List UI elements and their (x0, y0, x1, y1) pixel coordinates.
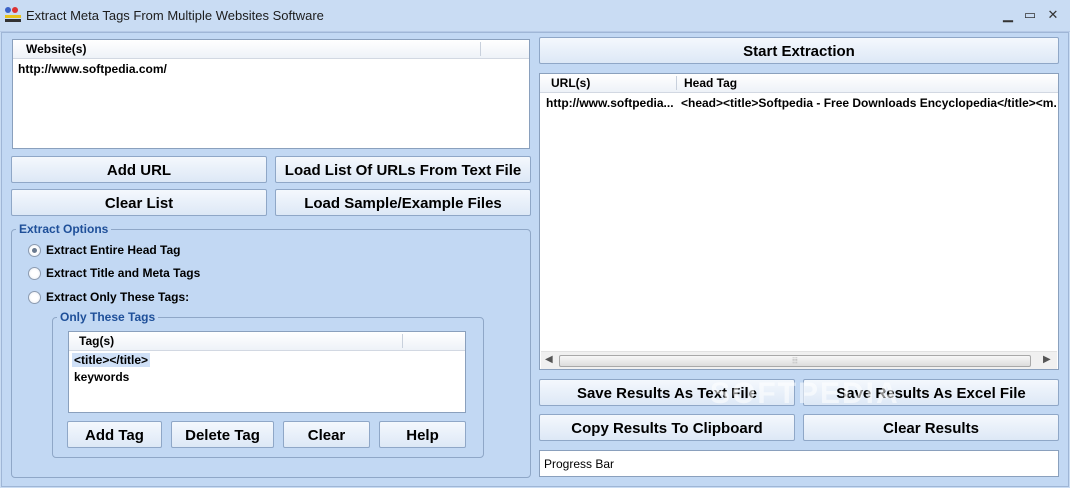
results-table-header[interactable]: URL(s) Head Tag (540, 74, 1058, 93)
help-button[interactable]: Help (379, 421, 466, 448)
scroll-right-icon[interactable]: ▶ (1043, 354, 1051, 365)
radio-label: Extract Entire Head Tag (46, 243, 181, 257)
load-sample-button[interactable]: Load Sample/Example Files (275, 189, 531, 216)
radio-unselected-icon[interactable] (28, 290, 41, 304)
clear-results-button[interactable]: Clear Results (803, 414, 1059, 441)
tags-list-header[interactable]: Tag(s) (69, 332, 465, 351)
progress-bar-label: Progress Bar (544, 457, 615, 471)
head-tag-column-header[interactable]: Head Tag (684, 74, 737, 92)
radio-only-tags[interactable]: Extract Only These Tags: (28, 290, 189, 304)
clear-tags-button[interactable]: Clear (283, 421, 370, 448)
thumb-grip-icon: ⦙⦙⦙ (792, 356, 798, 365)
website-list[interactable]: Website(s) http://www.softpedia.com/ (12, 39, 530, 149)
website-column-header[interactable]: Website(s) (26, 40, 86, 58)
add-url-button[interactable]: Add URL (11, 156, 267, 183)
table-row-head-tag[interactable]: <head><title>Softpedia - Free Downloads … (681, 96, 1057, 110)
extract-options-legend: Extract Options (16, 222, 112, 236)
maximize-icon[interactable]: ▭ (1020, 6, 1040, 24)
radio-selected-icon[interactable] (28, 243, 41, 257)
scroll-left-icon[interactable]: ◀ (545, 354, 553, 365)
minimize-icon[interactable]: ▁ (998, 6, 1018, 24)
app-icon (4, 6, 22, 24)
radio-title-meta[interactable]: Extract Title and Meta Tags (28, 266, 200, 280)
radio-label: Extract Only These Tags: (46, 290, 190, 304)
table-row-url[interactable]: http://www.softpedia... (546, 96, 676, 110)
tags-list[interactable]: Tag(s) <title></title> keywords (68, 331, 466, 413)
close-icon[interactable]: ✕ (1043, 6, 1063, 24)
radio-unselected-icon[interactable] (28, 266, 41, 280)
load-url-list-button[interactable]: Load List Of URLs From Text File (275, 156, 531, 183)
website-list-header[interactable]: Website(s) (13, 40, 529, 59)
horizontal-scrollbar[interactable]: ◀ ⦙⦙⦙ ▶ (541, 351, 1057, 369)
tags-column-header[interactable]: Tag(s) (79, 332, 114, 350)
radio-entire-head[interactable]: Extract Entire Head Tag (28, 243, 180, 257)
progress-bar: Progress Bar (539, 450, 1059, 477)
delete-tag-button[interactable]: Delete Tag (171, 421, 274, 448)
clear-list-button[interactable]: Clear List (11, 189, 267, 216)
url-column-header[interactable]: URL(s) (551, 74, 590, 92)
title-bar: Extract Meta Tags From Multiple Websites… (0, 0, 1070, 32)
start-extraction-button[interactable]: Start Extraction (539, 37, 1059, 64)
list-item[interactable]: http://www.softpedia.com/ (18, 62, 167, 76)
only-tags-legend: Only These Tags (57, 310, 159, 324)
radio-label: Extract Title and Meta Tags (46, 266, 201, 280)
window-title: Extract Meta Tags From Multiple Websites… (26, 8, 324, 23)
list-item[interactable]: <title></title> (72, 353, 151, 367)
results-table[interactable]: URL(s) Head Tag http://www.softpedia... … (539, 73, 1059, 370)
list-item[interactable]: keywords (74, 370, 129, 384)
watermark: SOFTPEDIA (710, 377, 900, 410)
copy-clipboard-button[interactable]: Copy Results To Clipboard (539, 414, 795, 441)
scrollbar-thumb[interactable]: ⦙⦙⦙ (559, 355, 1031, 367)
add-tag-button[interactable]: Add Tag (67, 421, 162, 448)
